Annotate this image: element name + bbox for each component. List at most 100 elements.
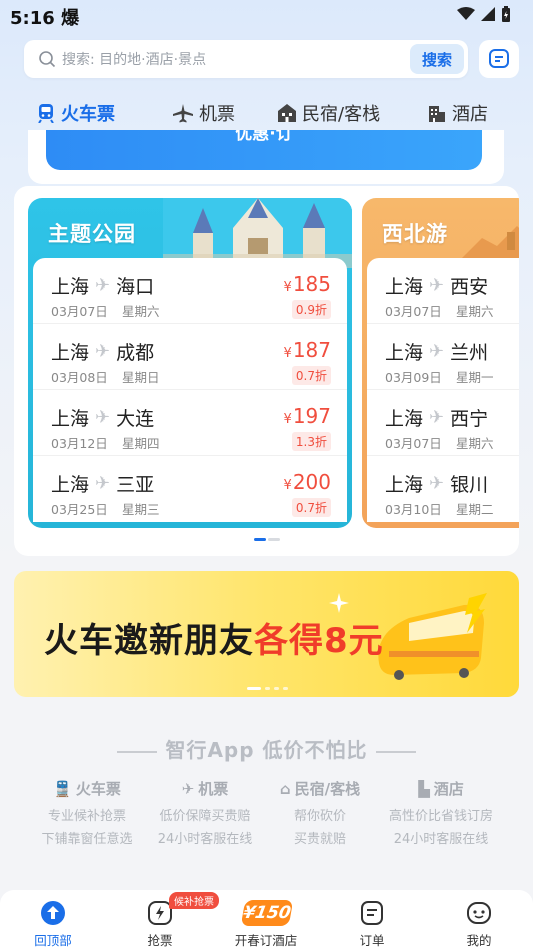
plane-icon: ✈ — [95, 473, 111, 494]
train-icon — [38, 104, 54, 123]
divider — [117, 750, 158, 753]
status-indicator: 爆 — [61, 8, 80, 29]
hotel-icon: ▙ — [418, 779, 430, 798]
route-item[interactable]: 上海 ✈ 海口 03月07日 星期六 ¥185 0.9折 — [33, 258, 347, 324]
price-value: 187 — [292, 338, 331, 362]
route-cities: 上海 ✈ 西宁 — [385, 404, 488, 431]
route-cities: 上海 ✈ 海口 — [51, 272, 154, 299]
tab-train-label: 火车票 — [61, 104, 115, 125]
plane-icon — [173, 104, 193, 123]
route-price: ¥187 — [284, 338, 331, 362]
to-city: 三亚 — [116, 474, 155, 496]
route-item[interactable]: 上海 ✈ 银川 03月10日 星期二 — [367, 456, 519, 522]
status-time: 5:16 爆 — [10, 4, 79, 30]
plane-icon: ✈ — [95, 341, 111, 362]
price-value: 200 — [292, 470, 331, 494]
banner-dot — [274, 687, 279, 690]
order-icon — [361, 901, 383, 925]
theme-card-northwest[interactable]: 西北游 上海 ✈ 西安 03月07日 星期六 上海 ✈ 兰州 03月09日 星期一 上海… — [362, 198, 519, 528]
route-cities: 上海 ✈ 成都 — [51, 338, 154, 365]
hotel-icon — [429, 106, 445, 122]
feature-desc: 下铺靠窗任意选 — [41, 832, 133, 847]
route-weekday: 星期一 — [456, 370, 494, 385]
route-weekday: 星期六 — [122, 304, 160, 319]
signal-icon — [481, 7, 495, 21]
currency-symbol: ¥ — [283, 346, 292, 361]
theme-title: 西北游 — [382, 222, 448, 246]
discount-badge: 0.9折 — [291, 300, 331, 319]
discount-badge: 0.7折 — [291, 498, 331, 517]
carousel-indicator — [254, 538, 280, 541]
message-button[interactable] — [479, 40, 519, 78]
nav-label: 回顶部 — [34, 933, 72, 948]
currency-symbol: ¥ — [283, 280, 292, 295]
to-city: 兰州 — [450, 342, 489, 364]
tab-flight[interactable]: 机票 — [172, 100, 235, 126]
tab-train[interactable]: 火车票 — [36, 100, 115, 126]
feature-desc: 高性价比省钱订房 — [388, 809, 493, 824]
plane-icon: ✈ — [429, 473, 445, 494]
sparkle-icon — [329, 593, 349, 613]
nav-back-to-top[interactable]: 回顶部 — [8, 890, 98, 948]
search-placeholder: 搜索: 目的地·酒店·景点 — [62, 52, 207, 68]
tab-hotel[interactable]: 酒店 — [427, 100, 488, 126]
invite-banner[interactable]: 火车邀新朋友各得8元 — [14, 571, 519, 697]
plane-icon: ✈ — [429, 341, 445, 362]
route-cities: 上海 ✈ 三亚 — [51, 470, 154, 497]
route-item[interactable]: 上海 ✈ 西宁 03月07日 星期六 — [367, 390, 519, 456]
to-city: 大连 — [116, 408, 155, 430]
route-price: ¥197 — [284, 404, 331, 428]
route-cities: 上海 ✈ 银川 — [385, 470, 488, 497]
bottom-nav: 回顶部 候补抢票 抢票 ¥150 开春订酒店 订单 我的 — [0, 890, 533, 948]
feature-title: ⌂ 民宿/客栈 — [255, 778, 385, 799]
battery-icon — [502, 6, 510, 22]
route-weekday: 星期四 — [122, 436, 160, 451]
tab-hotel-label: 酒店 — [452, 104, 488, 125]
route-item[interactable]: 上海 ✈ 兰州 03月09日 星期一 — [367, 324, 519, 390]
route-date: 03月07日 — [385, 304, 442, 319]
feature-desc: 24小时客服在线 — [157, 832, 253, 847]
promo-book-button[interactable]: 优惠·订 — [46, 130, 482, 170]
from-city: 上海 — [385, 408, 424, 430]
route-item[interactable]: 上海 ✈ 三亚 03月25日 星期三 ¥200 0.7折 — [33, 456, 347, 522]
divider — [375, 750, 416, 753]
nav-label: 我的 — [466, 933, 492, 948]
house-icon: ⌂ — [279, 779, 291, 798]
from-city: 上海 — [51, 408, 90, 430]
banner-headline: 火车邀新朋友各得8元 — [44, 613, 384, 662]
promo-book-label: 优惠·订 — [235, 130, 293, 144]
price-value: 197 — [292, 404, 331, 428]
feature-title: ▙ 酒店 — [376, 778, 506, 799]
tab-homestay[interactable]: 民宿/客栈 — [277, 100, 380, 126]
route-date: 03月07日 — [51, 304, 108, 319]
nav-grab-ticket[interactable]: 候补抢票 抢票 — [115, 890, 219, 948]
banner-dot — [283, 687, 288, 690]
nav-profile[interactable]: 我的 — [434, 890, 524, 948]
search-button[interactable]: 搜索 — [410, 44, 464, 74]
plane-icon: ✈ — [181, 779, 195, 798]
nav-orders[interactable]: 订单 — [327, 890, 417, 948]
plane-icon: ✈ — [95, 407, 111, 428]
to-city: 西安 — [450, 276, 489, 298]
to-city: 西宁 — [450, 408, 489, 430]
feature-title: 🚆 火车票 — [22, 778, 152, 799]
train-ticket-icon: 🚆 — [53, 779, 72, 798]
status-icons — [457, 6, 511, 22]
route-cities: 上海 ✈ 大连 — [51, 404, 154, 431]
train-illustration — [378, 593, 487, 680]
theme-card-theme-park[interactable]: 主题公园 上海 ✈ 海口 03月07日 星期六 ¥185 0.9折 上海 ✈ 成都 03… — [28, 198, 352, 528]
nav-spring-hotel[interactable]: ¥150 开春订酒店 — [221, 890, 311, 948]
feature-title-text: 酒店 — [433, 780, 464, 798]
nav-label: 抢票 — [147, 933, 173, 948]
route-item[interactable]: 上海 ✈ 成都 03月08日 星期日 ¥187 0.7折 — [33, 324, 347, 390]
feature-desc: 24小时客服在线 — [393, 832, 489, 847]
nav-badge: 候补抢票 — [169, 892, 219, 909]
route-weekday: 星期三 — [122, 502, 160, 517]
plane-icon: ✈ — [429, 275, 445, 296]
feature-title-text: 民宿/客栈 — [294, 780, 361, 798]
from-city: 上海 — [385, 342, 424, 364]
route-item[interactable]: 上海 ✈ 大连 03月12日 星期四 ¥197 1.3折 — [33, 390, 347, 456]
banner-carousel-indicator — [247, 687, 288, 690]
route-item[interactable]: 上海 ✈ 西安 03月07日 星期六 — [367, 258, 519, 324]
search-input[interactable]: 搜索: 目的地·酒店·景点 搜索 — [24, 40, 468, 78]
